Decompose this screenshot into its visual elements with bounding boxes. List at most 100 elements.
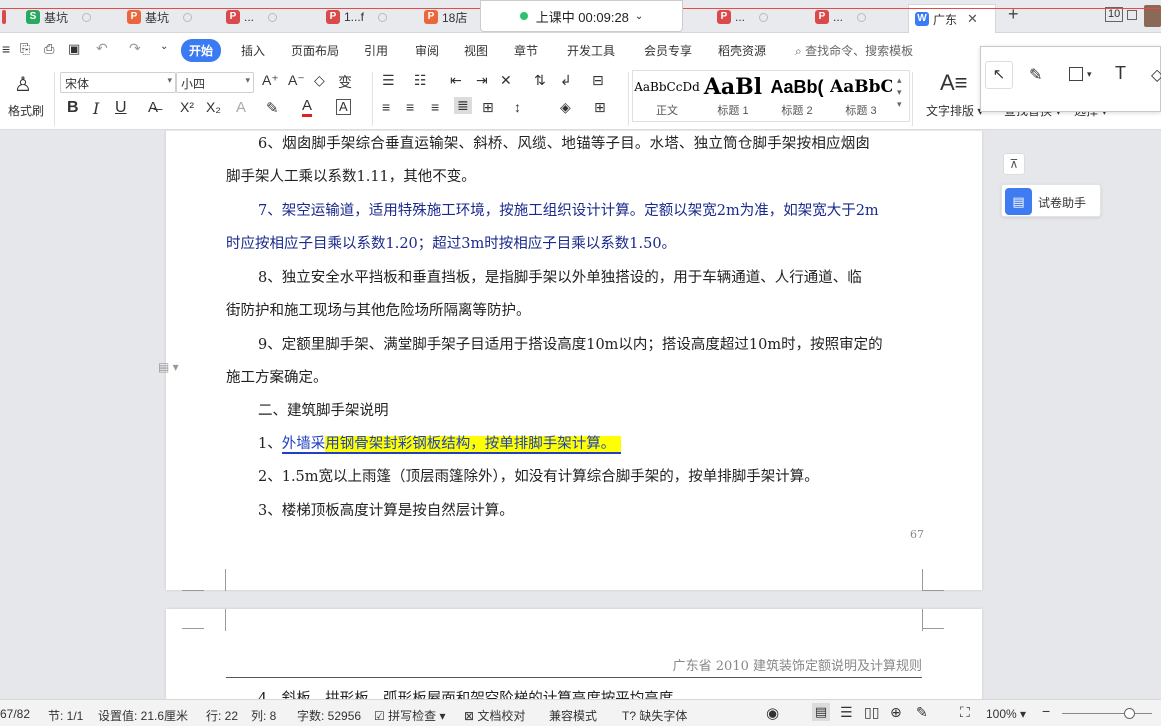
bullet-list-icon[interactable]: ☰ bbox=[382, 72, 395, 89]
doc-line[interactable]: 时应按相应子目乘以系数1.20；超过3m时按相应子目乘以系数1.50。 bbox=[226, 232, 676, 253]
zoom-slider-handle[interactable] bbox=[1124, 708, 1135, 719]
undo-icon[interactable]: ↶ bbox=[96, 40, 108, 57]
doc-line[interactable]: 3、楼梯顶板高度计算是按自然层计算。 bbox=[258, 499, 514, 520]
style-heading-2[interactable]: AaBb(标题 2 bbox=[766, 72, 828, 122]
text-layout-icon[interactable]: A≡ bbox=[940, 70, 968, 96]
menu-devtools[interactable]: 开发工具 bbox=[567, 42, 615, 59]
read-view-icon[interactable]: ▯▯ bbox=[864, 704, 879, 721]
doc-proof[interactable]: ⊠ 文档校对 bbox=[464, 707, 525, 724]
collapse-panel-icon[interactable]: ⊼ bbox=[1003, 153, 1025, 175]
spell-check[interactable]: ☑ 拼写检查 ▾ bbox=[374, 707, 445, 724]
font-size-select[interactable]: 小四 ▾ bbox=[176, 72, 254, 93]
tab-5[interactable]: P 18店 bbox=[424, 6, 467, 28]
tab-6[interactable]: P... bbox=[717, 6, 769, 28]
outdent-icon[interactable]: ⇤ bbox=[450, 72, 462, 89]
sort-icon[interactable]: ⇅ bbox=[534, 72, 546, 89]
outline-view-icon[interactable]: ☰ bbox=[840, 704, 853, 721]
tab-7[interactable]: P... bbox=[815, 6, 867, 28]
tab-0[interactable] bbox=[2, 6, 10, 28]
text-tool-icon[interactable]: T bbox=[1115, 63, 1126, 84]
align-right-icon[interactable]: ≡ bbox=[431, 99, 439, 115]
chinese-layout-icon[interactable]: ✕ bbox=[500, 72, 512, 89]
shading-icon[interactable]: ◈ bbox=[560, 99, 571, 116]
tab-2[interactable]: P 基坑 bbox=[127, 6, 193, 28]
setting-value[interactable]: 设置值: 21.6厘米 bbox=[98, 707, 188, 724]
menu-insert[interactable]: 插入 bbox=[241, 42, 265, 59]
exam-assistant-button[interactable]: ▤ 试卷助手 bbox=[1001, 184, 1101, 217]
highlighted-line[interactable]: 1、外墙采用钢骨架封彩钢板结构，按单排脚手架计算。 bbox=[258, 432, 622, 454]
web-view-icon[interactable]: ⊕ bbox=[890, 704, 902, 721]
row-indicator[interactable]: 行: 22 bbox=[206, 707, 238, 724]
close-icon[interactable]: ✕ bbox=[967, 11, 978, 27]
page-indicator[interactable]: 67/82 bbox=[0, 707, 30, 721]
rectangle-icon[interactable] bbox=[1069, 67, 1083, 81]
superscript-icon[interactable]: X² bbox=[180, 99, 194, 115]
chevron-down-icon[interactable]: ▾ bbox=[1087, 69, 1092, 80]
class-status-bar[interactable]: 上课中 00:09:28 ⌄ bbox=[480, 0, 683, 32]
preview-icon[interactable]: ▣ bbox=[68, 41, 80, 57]
menu-view[interactable]: 视图 bbox=[464, 42, 488, 59]
format-painter-label[interactable]: 格式刷 bbox=[8, 102, 44, 119]
compat-mode[interactable]: 兼容模式 bbox=[549, 707, 597, 724]
font-name-select[interactable]: 宋体 ▾ bbox=[60, 72, 176, 93]
style-heading-1[interactable]: AaBl 标题 1 bbox=[702, 72, 764, 122]
italic-icon[interactable]: I bbox=[93, 99, 99, 118]
next-page-line[interactable]: 4、斜板、拱形板、弧形板屋面和架空阶梯的计算高度按平均高度 bbox=[258, 687, 673, 699]
page-view-icon[interactable]: ▤ bbox=[812, 703, 830, 721]
tab-ruler-icon[interactable]: ⊟ bbox=[592, 72, 604, 89]
section-indicator[interactable]: 节: 1/1 bbox=[48, 707, 83, 724]
search-command[interactable]: ⌕ 查找命令、搜索模板 bbox=[795, 42, 913, 59]
menu-member[interactable]: 会员专享 bbox=[644, 42, 692, 59]
close-icon[interactable] bbox=[82, 12, 92, 22]
menu-start[interactable]: 开始 bbox=[181, 39, 222, 62]
close-icon[interactable] bbox=[183, 12, 193, 22]
clear-format-icon[interactable]: ◇ bbox=[314, 72, 325, 89]
chevron-down-icon[interactable]: ⌄ bbox=[160, 41, 168, 52]
indent-icon[interactable]: ⇥ bbox=[476, 72, 488, 89]
doc-line[interactable]: 脚手架人工乘以系数1.11，其他不变。 bbox=[226, 165, 476, 186]
close-icon[interactable] bbox=[759, 12, 769, 22]
menu-review[interactable]: 审阅 bbox=[415, 42, 439, 59]
grow-font-icon[interactable]: A⁺ bbox=[262, 72, 279, 89]
redo-icon[interactable]: ↷ bbox=[129, 40, 141, 57]
tab-3[interactable]: P... bbox=[226, 6, 278, 28]
menu-docer[interactable]: 稻壳资源 bbox=[718, 42, 766, 59]
doc-line[interactable]: 施工方案确定。 bbox=[226, 366, 328, 387]
format-painter-icon[interactable]: ♙ bbox=[14, 72, 32, 97]
distributed-icon[interactable]: ⊞ bbox=[482, 99, 494, 116]
align-center-icon[interactable]: ≡ bbox=[406, 99, 414, 115]
style-scroll-icon[interactable]: ▴ ▾ ▾ bbox=[897, 74, 902, 110]
col-indicator[interactable]: 列: 8 bbox=[251, 707, 276, 724]
tab-4[interactable]: P 1...f bbox=[326, 6, 388, 28]
text-effect-icon[interactable]: A bbox=[236, 99, 246, 116]
line-spacing-icon[interactable]: ↕ bbox=[514, 99, 521, 115]
style-heading-3[interactable]: AaBbC 标题 3 bbox=[830, 72, 892, 122]
save-icon[interactable]: ⎘ bbox=[20, 41, 30, 57]
eraser-icon[interactable]: ◇ bbox=[1151, 65, 1161, 85]
paragraph-menu-icon[interactable]: ▤ ▾ bbox=[158, 360, 179, 374]
subscript-icon[interactable]: X₂ bbox=[206, 99, 221, 115]
doc-line[interactable]: 8、独立安全水平挡板和垂直挡板，是指脚手架以外单独搭设的，用于车辆通道、人行通道… bbox=[258, 266, 862, 287]
bold-icon[interactable]: B bbox=[67, 99, 79, 117]
close-icon[interactable] bbox=[857, 12, 867, 22]
print-icon[interactable]: ⎙ bbox=[44, 41, 54, 57]
pen-icon[interactable]: ✎ bbox=[1029, 65, 1042, 85]
highlight-color-icon[interactable]: ✎ bbox=[266, 99, 279, 117]
doc-line[interactable]: 6、烟囱脚手架综合垂直运输架、斜桥、风缆、地锚等子目。水塔、独立筒仓脚手架按相应… bbox=[258, 132, 870, 153]
align-left-icon[interactable]: ≡ bbox=[382, 99, 390, 115]
fit-page-icon[interactable]: ⛶ bbox=[960, 704, 970, 721]
menu-layout[interactable]: 页面布局 bbox=[291, 42, 339, 59]
strikethrough-icon[interactable]: A̶ bbox=[148, 99, 158, 116]
cursor-icon[interactable]: ↖ bbox=[985, 61, 1013, 89]
menu-icon[interactable]: ≡ bbox=[2, 41, 10, 57]
tab-count-badge[interactable]: 10 bbox=[1105, 7, 1124, 22]
font-color-icon[interactable]: A bbox=[302, 97, 313, 117]
doc-line[interactable]: 2、1.5m宽以上雨篷（顶层雨篷除外），如没有计算综合脚手架的，按单排脚手架计算… bbox=[258, 465, 819, 486]
char-border-icon[interactable]: A bbox=[336, 99, 351, 115]
style-normal[interactable]: AaBbCcDd 正文 bbox=[634, 72, 700, 122]
write-view-icon[interactable]: ✎ bbox=[916, 704, 928, 721]
underline-icon[interactable]: U bbox=[115, 99, 127, 117]
eye-icon[interactable]: ◉ bbox=[766, 704, 779, 722]
menu-reference[interactable]: 引用 bbox=[364, 42, 388, 59]
numbered-list-icon[interactable]: ☷ bbox=[414, 72, 427, 89]
